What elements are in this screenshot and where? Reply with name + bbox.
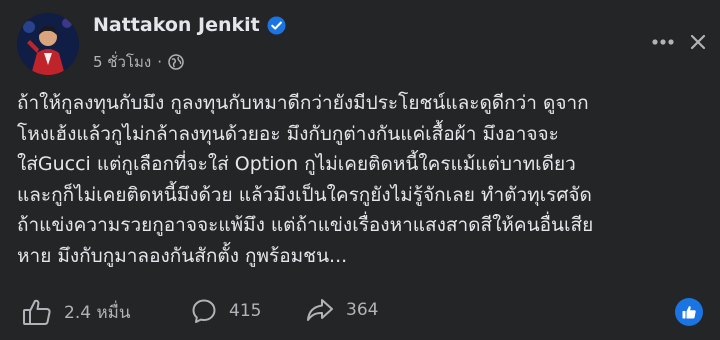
like-reaction-icon [682,306,696,319]
avatar[interactable] [17,13,79,75]
post-text-line: หาย มึงกับกูมาลองกันสักตั้ง กูพร้อมชน... [17,244,348,267]
like-reaction-badge[interactable] [675,298,703,326]
like-button[interactable]: 2.4 หมื่น [22,298,130,326]
post-text: ถ้าให้กูลงทุนกับมึง กูลงทุนกับหมาดีกว่าย… [17,88,707,271]
share-count: 364 [346,300,379,320]
more-options-button[interactable] [645,24,681,60]
globe-icon[interactable] [168,54,184,70]
post-text-line: โหงเฮ้งแล้วกูไม่กล้าลงทุนด้วยอะ มึงกับกู… [17,122,559,145]
like-count: 2.4 หมื่น [64,302,131,323]
comment-count: 415 [229,301,262,321]
post-stats-bar: 2.4 หมื่น 415 364 [0,290,720,334]
share-button[interactable]: 364 [306,298,378,322]
close-post-button[interactable] [680,24,716,60]
facebook-post: Nattakon Jenkit 5 ชั่วโมง · ถ้าให้กูลงทุ… [0,0,720,340]
author-name[interactable]: Nattakon Jenkit [93,14,260,36]
post-text-line: ถ้าให้กูลงทุนกับมึง กูลงทุนกับหมาดีกว่าย… [17,92,589,114]
comment-bubble-icon [192,299,216,323]
share-arrow-icon [307,299,333,321]
post-text-line: และกูก็ไม่เคยติดหนี้มึงด้วย แล้วมึงเป็นใ… [17,183,592,206]
verified-badge-icon [267,15,286,35]
author-name-row: Nattakon Jenkit [93,14,286,36]
post-text-line: ถ้าแข่งความรวยกูอาจจะแพ้มึง แต่ถ้าแข่งเร… [17,214,594,236]
ellipsis-icon [652,39,674,45]
meta-separator: · [157,53,162,71]
comment-button[interactable]: 415 [191,298,261,324]
avatar-image [17,13,79,75]
post-timestamp[interactable]: 5 ชั่วโมง [93,50,151,74]
close-icon [690,34,706,50]
thumbs-up-icon [23,299,51,325]
post-meta: 5 ชั่วโมง · [93,50,184,74]
post-text-line: ใส่Gucci แต่กูเลือกที่จะใส่ Option กูไม่… [17,153,576,175]
